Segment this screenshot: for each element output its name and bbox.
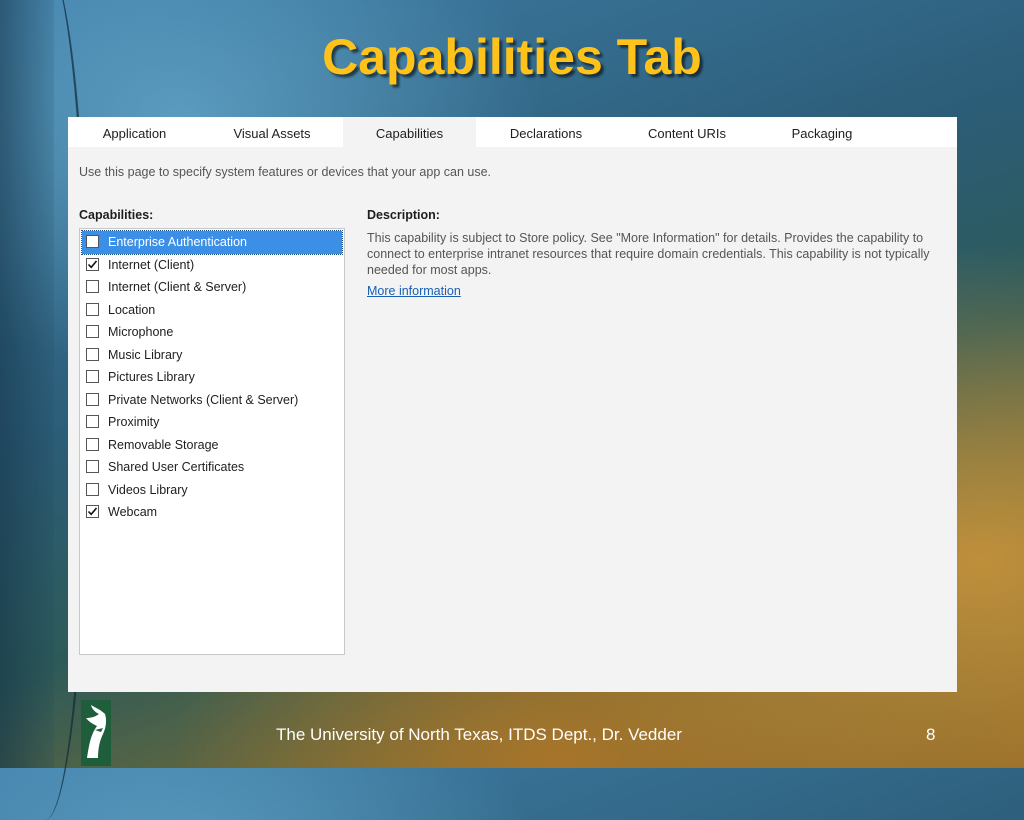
eagle-logo-icon xyxy=(81,700,111,766)
description-text: This capability is subject to Store poli… xyxy=(367,231,930,277)
capabilities-list[interactable]: Enterprise Authentication Internet (Clien… xyxy=(79,228,345,655)
capability-label: Private Networks (Client & Server) xyxy=(108,392,299,407)
tab-content-uris[interactable]: Content URIs xyxy=(616,117,758,147)
capability-label: Internet (Client & Server) xyxy=(108,280,247,294)
capability-item[interactable]: Music Library xyxy=(82,344,342,367)
tab-capabilities[interactable]: Capabilities xyxy=(343,117,476,147)
checkbox-checked[interactable] xyxy=(86,257,99,271)
tab-packaging[interactable]: Packaging xyxy=(758,117,886,147)
checkbox[interactable] xyxy=(86,347,99,361)
capability-item[interactable]: Shared User Certificates xyxy=(82,456,342,479)
capability-label: Enterprise Authentication xyxy=(108,235,247,249)
checkmark-icon xyxy=(87,259,98,268)
checkmark-icon xyxy=(87,507,98,516)
manifest-designer-panel: Application Visual Assets Capabilities D… xyxy=(68,117,957,692)
checkbox[interactable] xyxy=(86,280,99,293)
capability-item[interactable]: Pictures Library xyxy=(82,366,342,389)
capability-label: Music Library xyxy=(108,347,183,362)
page-number: 8 xyxy=(926,725,936,744)
tab-application[interactable]: Application xyxy=(68,117,201,147)
capability-item[interactable]: Removable Storage xyxy=(82,434,342,457)
checkbox[interactable] xyxy=(86,235,99,248)
capability-label: Location xyxy=(108,302,156,317)
checkbox[interactable] xyxy=(86,415,99,428)
slide-title: Capabilities Tab xyxy=(322,29,702,85)
capability-item[interactable]: Internet (Client & Server) xyxy=(82,276,342,299)
checkbox[interactable] xyxy=(86,370,99,383)
capability-item[interactable]: Location xyxy=(82,299,342,322)
capability-item[interactable]: Internet (Client) xyxy=(82,254,342,277)
checkbox-checked[interactable] xyxy=(86,505,99,518)
description-heading: Description: xyxy=(367,208,440,222)
capability-label: Microphone xyxy=(108,325,174,339)
page-hint: Use this page to specify system features… xyxy=(79,165,492,179)
capability-label: Videos Library xyxy=(108,482,188,497)
capability-item[interactable]: Videos Library xyxy=(82,479,342,502)
tab-bar: Application Visual Assets Capabilities D… xyxy=(68,117,957,147)
capability-label: Webcam xyxy=(108,505,158,519)
capability-item[interactable]: Enterprise Authentication xyxy=(81,230,343,255)
checkbox[interactable] xyxy=(86,392,99,406)
more-information-link[interactable]: More information xyxy=(367,284,461,298)
capability-item[interactable]: Private Networks (Client & Server) xyxy=(82,389,342,412)
capability-label: Internet (Client) xyxy=(108,257,195,272)
capability-label: Pictures Library xyxy=(108,370,195,384)
slide-footer: The University of North Texas, ITDS Dept… xyxy=(276,725,682,744)
checkbox[interactable] xyxy=(86,325,99,338)
tab-declarations[interactable]: Declarations xyxy=(476,117,616,147)
capability-item[interactable]: Microphone xyxy=(82,321,342,344)
checkbox[interactable] xyxy=(86,460,99,473)
capabilities-heading: Capabilities: xyxy=(79,208,154,222)
checkbox[interactable] xyxy=(86,482,99,496)
capability-item[interactable]: Proximity xyxy=(82,411,342,434)
tab-visual-assets[interactable]: Visual Assets xyxy=(201,117,343,147)
capability-label: Proximity xyxy=(108,415,160,429)
checkbox[interactable] xyxy=(86,437,99,451)
capability-label: Removable Storage xyxy=(108,437,219,452)
capability-label: Shared User Certificates xyxy=(108,460,245,474)
capability-item[interactable]: Webcam xyxy=(82,501,342,524)
checkbox[interactable] xyxy=(86,302,99,316)
